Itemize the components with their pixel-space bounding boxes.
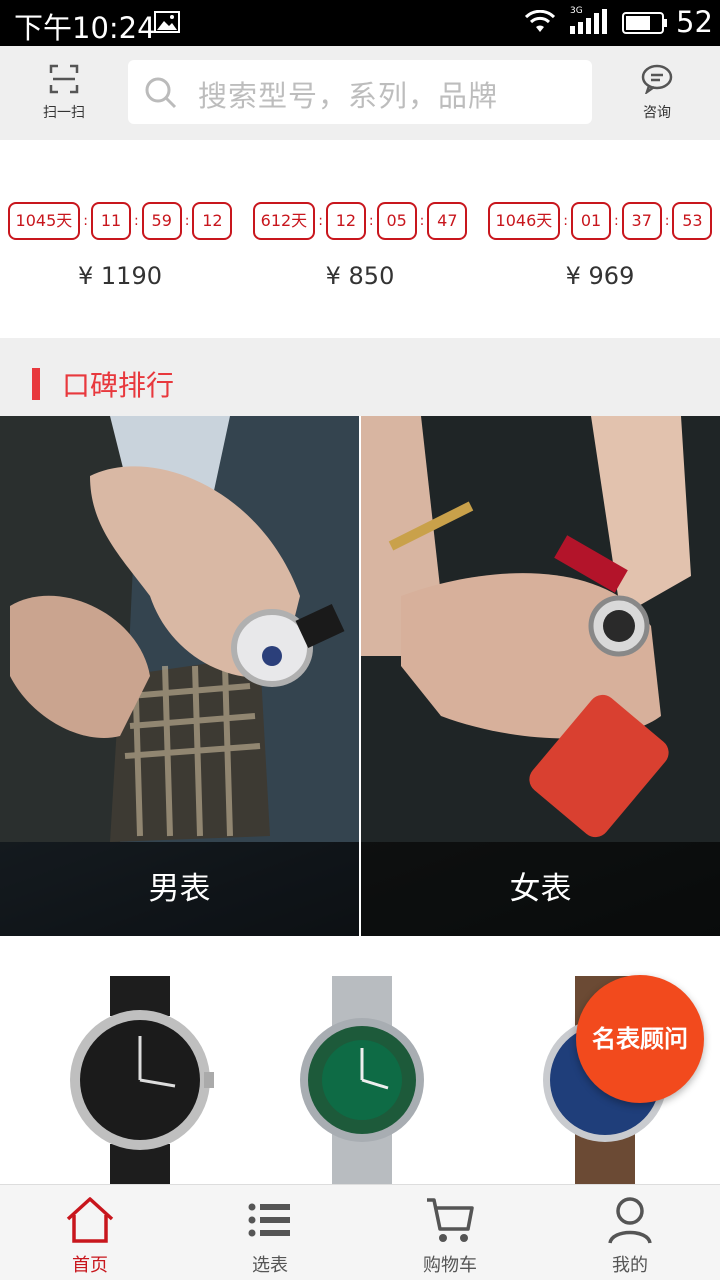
home-icon bbox=[66, 1197, 114, 1243]
scan-button[interactable]: 扫一扫 bbox=[30, 64, 98, 122]
countdown-minutes: 05 bbox=[376, 202, 417, 240]
tab-select-watch-label: 选表 bbox=[252, 1255, 288, 1276]
section-header: 口碑排行 bbox=[0, 338, 720, 416]
countdown-minutes: 37 bbox=[621, 202, 662, 240]
tab-select-watch[interactable]: 选表 bbox=[180, 1195, 360, 1277]
price: ¥ 1190 bbox=[78, 262, 162, 290]
countdown-seconds: 12 bbox=[192, 202, 233, 240]
signal-icon: 3G bbox=[568, 6, 608, 40]
flash-sale-item[interactable]: 1046天: 01: 37: 53 ¥ 969 bbox=[480, 202, 720, 290]
watch-advisor-button[interactable]: 名表顾问 bbox=[576, 975, 704, 1103]
countdown-days: 612天 bbox=[252, 202, 316, 240]
flash-sale-row: 1045天: 11: 59: 12 ¥ 1190 612天: 12: 05: 4… bbox=[0, 140, 720, 338]
product-item[interactable] bbox=[40, 976, 240, 1184]
consult-button[interactable]: 咨询 bbox=[624, 64, 690, 122]
category-women-label: 女表 bbox=[361, 842, 720, 936]
countdown-timer: 612天: 12: 05: 47 bbox=[240, 202, 480, 240]
search-input[interactable]: 搜索型号，系列，品牌 bbox=[128, 60, 592, 124]
section-accent-bar bbox=[32, 368, 40, 400]
tab-cart-label: 购物车 bbox=[423, 1255, 477, 1276]
list-icon bbox=[248, 1203, 290, 1237]
image-notification-icon bbox=[154, 11, 180, 37]
tab-home-label: 首页 bbox=[72, 1255, 108, 1276]
countdown-days: 1045天 bbox=[7, 202, 81, 240]
bottom-tab-bar: 首页 选表 购物车 我的 bbox=[0, 1184, 720, 1280]
status-time: 下午10:24 bbox=[14, 11, 156, 45]
product-item[interactable] bbox=[262, 976, 462, 1184]
countdown-timer: 1045天: 11: 59: 12 bbox=[0, 202, 240, 240]
tab-profile-label: 我的 bbox=[612, 1255, 648, 1276]
battery-level: 52 bbox=[676, 5, 713, 39]
countdown-days: 1046天 bbox=[487, 202, 561, 240]
network-type: 3G bbox=[570, 6, 583, 16]
countdown-minutes: 59 bbox=[141, 202, 182, 240]
price: ¥ 969 bbox=[565, 262, 635, 290]
flash-sale-item[interactable]: 1045天: 11: 59: 12 ¥ 1190 bbox=[0, 202, 240, 290]
top-header: 扫一扫 搜索型号，系列，品牌 咨询 bbox=[0, 46, 720, 140]
men-watch-photo bbox=[0, 416, 359, 842]
status-bar: 下午10:24 3G 52 bbox=[0, 0, 720, 46]
flash-sale-item[interactable]: 612天: 12: 05: 47 ¥ 850 bbox=[240, 202, 480, 290]
section-title: 口碑排行 bbox=[62, 369, 175, 402]
green-dial-watch-image bbox=[300, 976, 424, 1184]
scan-label: 扫一扫 bbox=[43, 105, 85, 121]
tab-home[interactable]: 首页 bbox=[0, 1195, 180, 1277]
tab-cart[interactable]: 购物车 bbox=[360, 1195, 540, 1277]
scan-icon bbox=[49, 64, 79, 94]
countdown-hours: 01 bbox=[571, 202, 611, 240]
consult-label: 咨询 bbox=[643, 105, 671, 121]
chat-bubble-icon bbox=[641, 64, 673, 96]
price: ¥ 850 bbox=[325, 262, 395, 290]
user-icon bbox=[608, 1197, 652, 1244]
women-watch-photo bbox=[361, 416, 720, 842]
black-dial-watch-image bbox=[70, 976, 214, 1184]
search-icon bbox=[145, 77, 177, 109]
category-men[interactable]: 男表 bbox=[0, 416, 359, 936]
battery-icon bbox=[622, 12, 668, 38]
category-banners: 男表 女表 bbox=[0, 416, 720, 936]
search-placeholder: 搜索型号，系列，品牌 bbox=[198, 79, 499, 113]
countdown-seconds: 53 bbox=[672, 202, 713, 240]
countdown-hours: 12 bbox=[325, 202, 366, 240]
category-women[interactable]: 女表 bbox=[361, 416, 720, 936]
countdown-seconds: 47 bbox=[427, 202, 468, 240]
countdown-hours: 11 bbox=[91, 202, 131, 240]
cart-icon bbox=[427, 1198, 474, 1242]
category-men-label: 男表 bbox=[0, 842, 359, 936]
tab-profile[interactable]: 我的 bbox=[540, 1195, 720, 1277]
wifi-icon bbox=[524, 9, 556, 38]
countdown-timer: 1046天: 01: 37: 53 bbox=[480, 202, 720, 240]
